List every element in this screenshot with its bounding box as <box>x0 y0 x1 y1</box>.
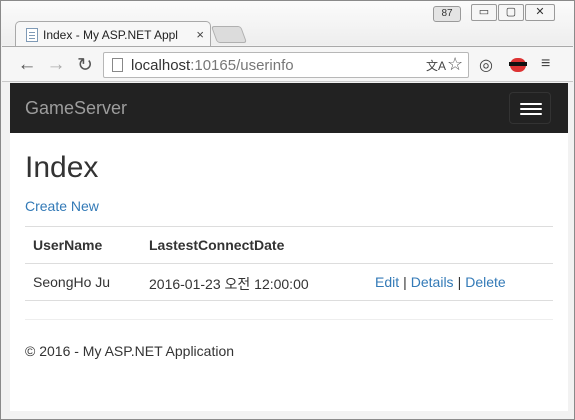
footer-text: © 2016 - My ASP.NET Application <box>25 343 235 359</box>
window-badge: 87 <box>433 6 461 22</box>
table-row: SeongHo Ju 2016-01-23 오전 12:00:00 Edit | D… <box>25 264 553 301</box>
edit-link[interactable]: Edit <box>375 274 399 290</box>
action-separator: | <box>403 274 407 290</box>
page-viewport: GameServer Index Create New UserName Las… <box>10 83 568 411</box>
create-new-link[interactable]: Create New <box>25 198 99 214</box>
browser-toolbar: ← → ↻ localhost:10165/userinfo 文A ☆ ◎ ≡ <box>2 46 573 82</box>
back-arrow-icon[interactable]: ← <box>16 54 38 76</box>
extension-mask-icon[interactable] <box>508 56 528 74</box>
tab-title: Index - My ASP.NET Appl <box>43 27 178 42</box>
delete-link[interactable]: Delete <box>465 274 505 290</box>
browser-window: Index - My ASP.NET Appl × 87 ▭ ▢ ✕ ← → ↻… <box>0 0 575 420</box>
details-link[interactable]: Details <box>411 274 454 290</box>
action-separator: | <box>457 274 462 290</box>
tab-strip: Index - My ASP.NET Appl × 87 ▭ ▢ ✕ <box>1 1 574 47</box>
tab-close-icon[interactable]: × <box>196 27 204 42</box>
page-title: Index <box>25 151 99 184</box>
hamburger-bar-icon <box>520 108 542 110</box>
hamburger-bar-icon <box>520 113 542 115</box>
browser-menu-icon[interactable]: ≡ <box>541 55 550 73</box>
browser-tab[interactable]: Index - My ASP.NET Appl × <box>15 21 211 47</box>
hamburger-bar-icon <box>520 103 542 105</box>
site-navbar: GameServer <box>10 83 568 133</box>
forward-arrow-icon[interactable]: → <box>45 54 67 76</box>
address-url[interactable]: localhost:10165/userinfo <box>131 57 294 74</box>
window-close-button[interactable]: ✕ <box>525 4 555 21</box>
page-favicon-icon <box>26 27 38 42</box>
navbar-toggle-button[interactable] <box>509 92 551 124</box>
globe-icon[interactable]: ◎ <box>479 55 493 75</box>
column-header-username: UserName <box>33 237 103 253</box>
column-header-connect-date: LastestConnectDate <box>149 237 285 253</box>
table-header: UserName LastestConnectDate <box>25 227 553 264</box>
users-table: UserName LastestConnectDate SeongHo Ju 2… <box>25 226 553 301</box>
row-actions: Edit | Details | Delete <box>375 274 506 290</box>
navbar-brand[interactable]: GameServer <box>25 98 127 119</box>
bookmark-star-icon[interactable]: ☆ <box>447 54 463 75</box>
footer-divider <box>25 319 553 320</box>
cell-connect-date: 2016-01-23 오전 12:00:00 <box>149 276 309 292</box>
url-host: localhost <box>131 57 191 74</box>
maximize-button[interactable]: ▢ <box>498 4 524 21</box>
address-bar[interactable]: localhost:10165/userinfo 文A ☆ <box>103 52 469 78</box>
page-icon <box>112 58 123 72</box>
translate-icon[interactable]: 文A <box>426 57 446 74</box>
url-path: :10165/userinfo <box>190 57 294 74</box>
reload-icon[interactable]: ↻ <box>74 54 96 77</box>
cell-username: SeongHo Ju <box>33 274 111 290</box>
minimize-button[interactable]: ▭ <box>471 4 497 21</box>
new-tab-button[interactable] <box>210 26 248 43</box>
